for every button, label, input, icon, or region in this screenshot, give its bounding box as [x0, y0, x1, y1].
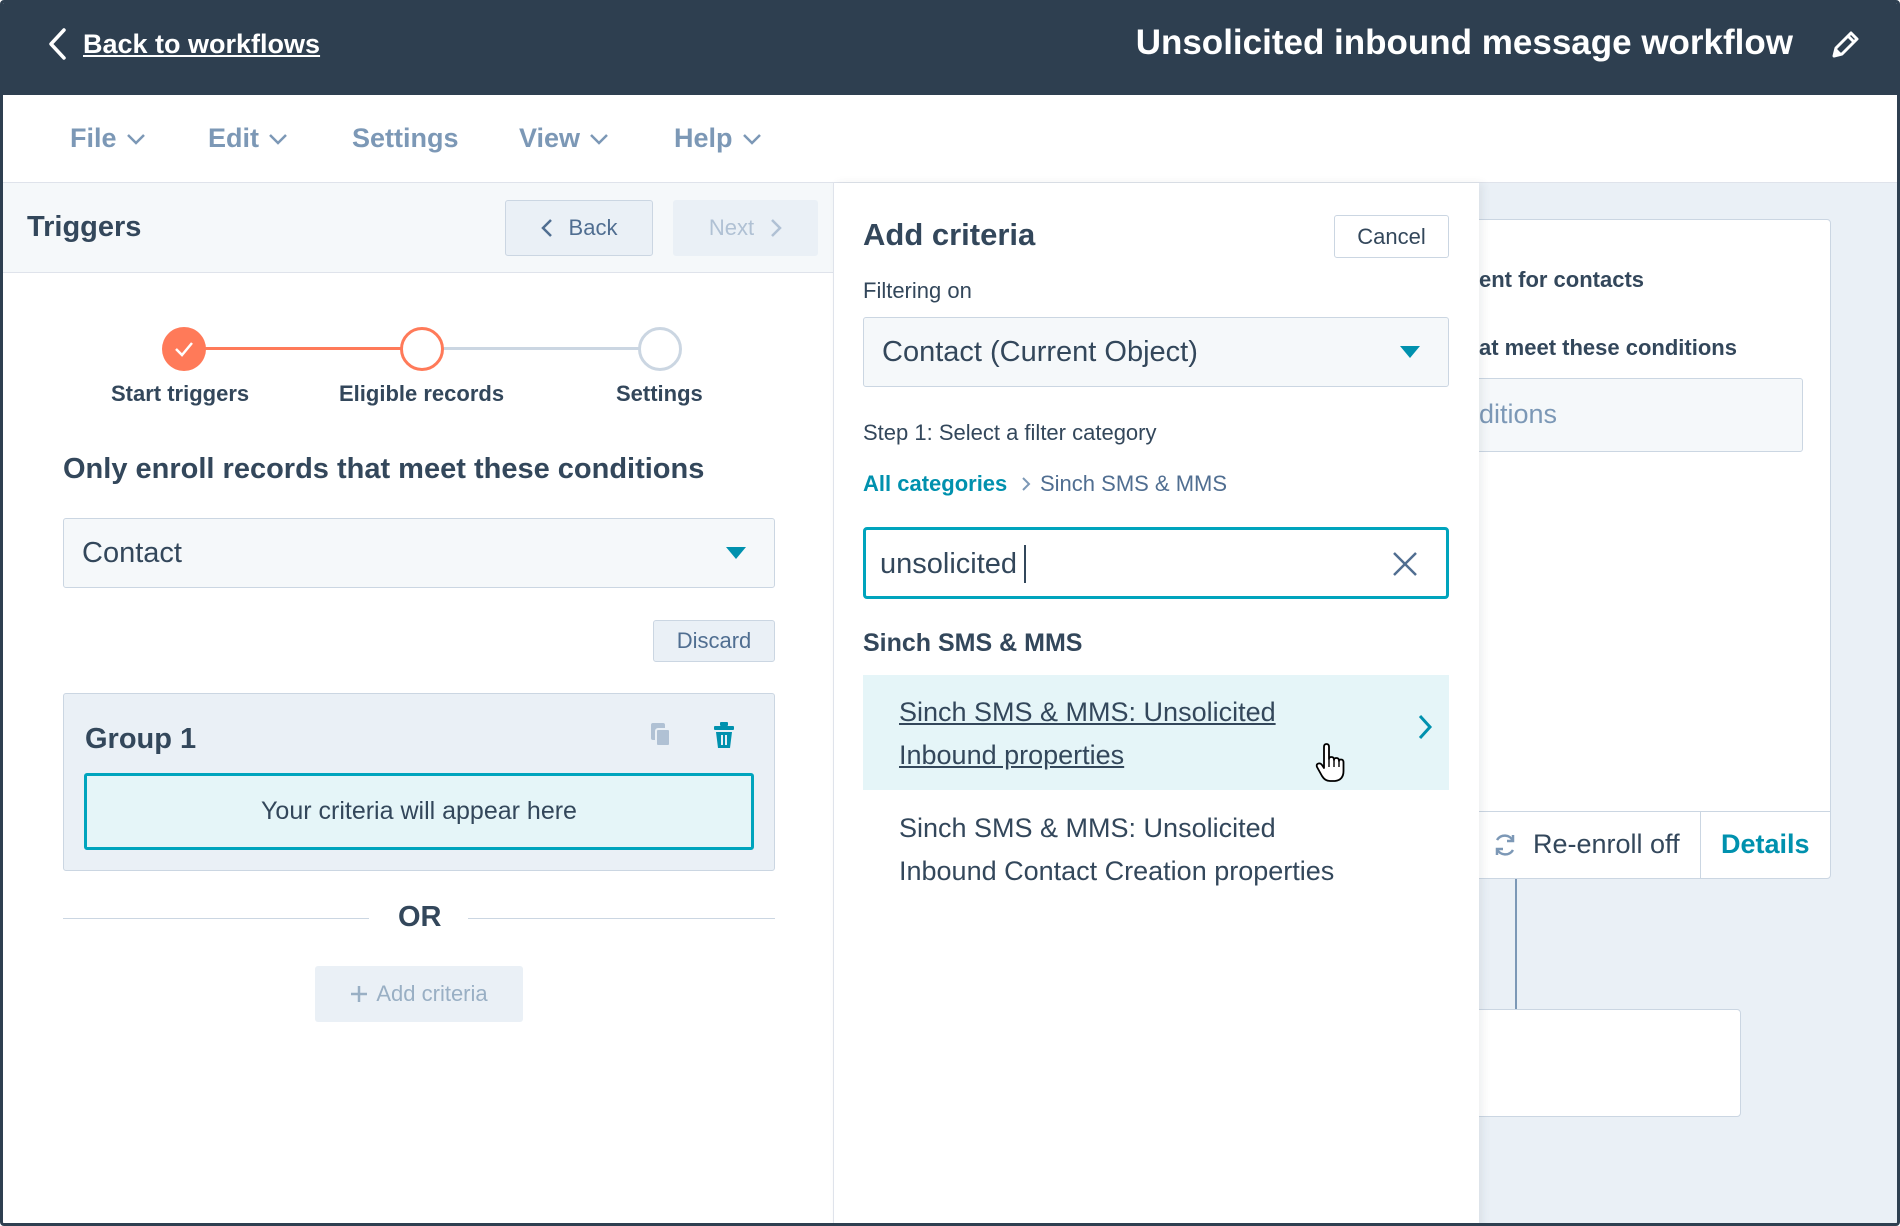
pencil-icon[interactable] [1829, 27, 1863, 61]
chevron-left-icon [540, 219, 552, 237]
footer-divider [1700, 811, 1701, 879]
next-action-card[interactable] [1443, 1009, 1741, 1117]
add-criteria-title: Add criteria [863, 217, 1036, 252]
card-subheading-fragment: at meet these conditions [1479, 335, 1737, 360]
or-divider-right [468, 918, 775, 919]
breadcrumb-all-categories[interactable]: All categories [863, 471, 1007, 497]
step-eligible-records-dot[interactable] [400, 327, 444, 371]
result-item-label[interactable]: Sinch SMS & MMS: Unsolicited Inbound pro… [899, 691, 1379, 777]
menu-edit[interactable]: Edit [208, 123, 289, 154]
text-cursor [1024, 545, 1026, 583]
refresh-icon [1495, 833, 1515, 856]
workflow-title: Unsolicited inbound message workflow [1135, 23, 1793, 62]
triggers-panel-header: Triggers Back Next [3, 183, 833, 273]
add-criteria-button[interactable]: Add criteria [315, 966, 523, 1022]
card-heading-fragment: ent for contacts [1479, 267, 1645, 292]
or-label: OR [398, 901, 442, 933]
step-settings-dot[interactable] [638, 327, 682, 371]
progress-line-complete [185, 347, 421, 350]
back-to-workflows-link[interactable]: Back to workflows [47, 27, 320, 61]
menu-settings[interactable]: Settings [352, 123, 459, 154]
reenroll-status[interactable]: Re-enroll off [1491, 829, 1680, 860]
object-type-select[interactable]: Contact [63, 518, 775, 588]
enrollment-trigger-card[interactable] [1473, 219, 1831, 879]
next-button-label: Next [708, 215, 755, 240]
step-start-triggers-dot[interactable] [162, 327, 206, 371]
object-type-value: Contact [82, 537, 182, 569]
chevron-right-icon [771, 219, 782, 237]
menu-edit-label: Edit [208, 123, 259, 153]
copy-icon[interactable] [648, 721, 674, 749]
filtering-on-label: Filtering on [863, 278, 972, 303]
results-section-heading: Sinch SMS & MMS [863, 629, 1083, 657]
progress-line-pending [441, 347, 659, 350]
back-button[interactable]: Back [505, 200, 653, 256]
check-icon [175, 342, 193, 357]
discard-button[interactable]: Discard [653, 620, 775, 662]
step-label-eligible-records: Eligible records [339, 381, 505, 406]
menu-bar: File Edit Settings View Help [3, 95, 1897, 183]
chevron-down-icon [269, 133, 287, 145]
triggers-panel: Triggers Back Next Start triggers Eligib… [3, 183, 833, 1223]
pointer-cursor-icon [1315, 743, 1345, 782]
workflow-connector-line [1515, 879, 1517, 1009]
panel-title: Triggers [27, 211, 142, 243]
trash-icon[interactable] [712, 721, 736, 749]
close-icon[interactable] [1391, 550, 1419, 578]
result-item-label[interactable]: Sinch SMS & MMS: Unsolicited Inbound Con… [899, 807, 1379, 893]
or-divider-left [63, 918, 369, 919]
filter-object-value: Contact (Current Object) [882, 336, 1198, 368]
chevron-left-icon [49, 28, 66, 60]
search-input[interactable] [880, 544, 1360, 584]
app-window: Back to workflows Unsolicited inbound me… [0, 0, 1900, 1226]
chevron-right-icon [1418, 714, 1433, 740]
caret-down-icon [1400, 346, 1420, 358]
breadcrumb-chevron-icon [1022, 477, 1031, 491]
search-field[interactable] [863, 527, 1449, 599]
menu-help[interactable]: Help [674, 123, 763, 154]
top-bar: Back to workflows Unsolicited inbound me… [3, 3, 1897, 95]
menu-file-label: File [70, 123, 117, 153]
card-conditions-text: ditions [1479, 399, 1558, 429]
enroll-conditions-heading: Only enroll records that meet these cond… [63, 453, 705, 485]
caret-down-icon [726, 547, 746, 559]
group-title: Group 1 [85, 723, 197, 755]
filter-object-select[interactable]: Contact (Current Object) [863, 317, 1449, 387]
menu-settings-label: Settings [352, 123, 459, 153]
menu-view-label: View [519, 123, 581, 153]
chevron-down-icon [126, 133, 145, 145]
add-criteria-label: Add criteria [376, 981, 488, 1006]
details-link[interactable]: Details [1721, 829, 1810, 860]
chevron-down-icon [742, 133, 761, 145]
back-button-label: Back [568, 215, 618, 240]
menu-file[interactable]: File [70, 123, 147, 154]
breadcrumb-current: Sinch SMS & MMS [1040, 471, 1228, 496]
cancel-button[interactable]: Cancel [1334, 215, 1449, 258]
criteria-placeholder: Your criteria will appear here [84, 773, 754, 850]
step-label-start-triggers: Start triggers [111, 381, 250, 406]
plus-icon [351, 986, 368, 1002]
menu-view[interactable]: View [519, 123, 610, 154]
menu-help-label: Help [674, 123, 733, 153]
next-button[interactable]: Next [673, 200, 818, 256]
back-to-workflows-label: Back to workflows [83, 28, 321, 59]
reenroll-label: Re-enroll off [1533, 829, 1680, 859]
filter-step-label: Step 1: Select a filter category [863, 420, 1157, 445]
chevron-down-icon [590, 133, 608, 145]
step-label-settings: Settings [616, 381, 703, 406]
